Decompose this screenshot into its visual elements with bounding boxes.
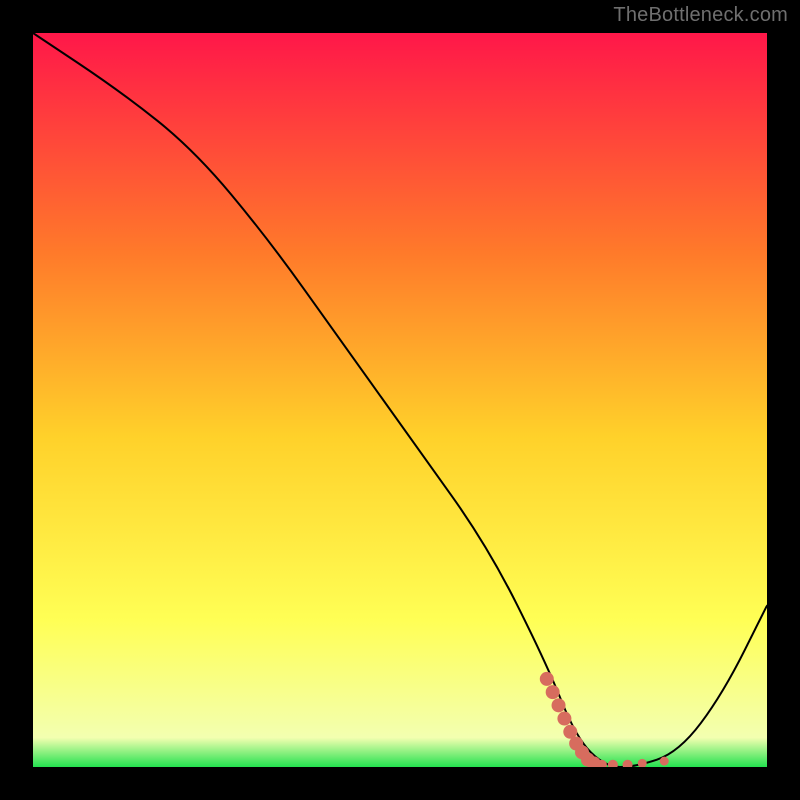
- plot-svg: [33, 33, 767, 767]
- chart-frame: TheBottleneck.com: [0, 0, 800, 800]
- marker-dot: [546, 685, 560, 699]
- marker-dot: [557, 712, 571, 726]
- marker-dot: [540, 672, 554, 686]
- gradient-background: [33, 33, 767, 767]
- watermark-text: TheBottleneck.com: [613, 4, 788, 27]
- marker-dot: [552, 698, 566, 712]
- marker-dot: [660, 757, 669, 766]
- plot-area: [33, 33, 767, 767]
